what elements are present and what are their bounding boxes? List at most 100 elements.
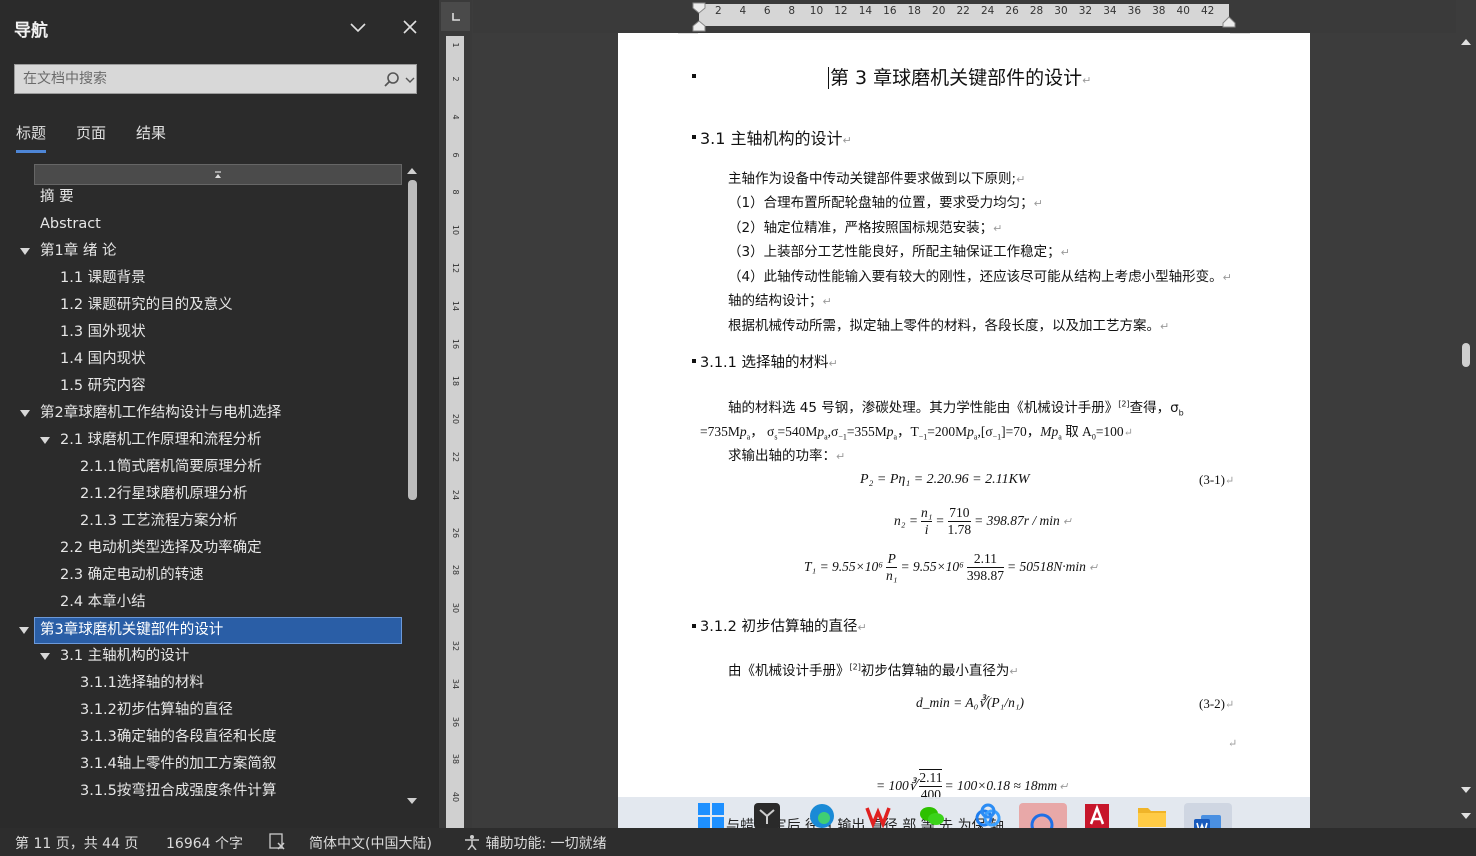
nav-heading-label: 1.4 国内现状 [60,351,146,367]
nav-heading-label: 1.1 课题背景 [60,270,146,286]
ruler-tick-label: 30 [451,603,460,614]
proofing-icon[interactable] [268,833,288,855]
document-canvas: 第 3 章球磨机关键部件的设计↵ 3.1 主轴机构的设计↵ 主轴作为设备中传动关… [473,33,1456,828]
chapter-title: 第 3 章球磨机关键部件的设计↵ [828,67,1092,89]
nav-heading-item[interactable]: 第3章球磨机关键部件的设计 [19,617,402,644]
status-bar: 第 11 页，共 44 页 16964 个字 简体中文(中国大陆) 辅助功能: … [0,828,1476,856]
equation-3-2: d_min = A₀∛(P₁/n₁) [916,695,1025,710]
ruler-tick-label: 24 [980,5,995,17]
heading-3-1-2: 3.1.2 初步估算轴的直径↵ [700,619,867,635]
nav-heading-label: 1.2 课题研究的目的及意义 [60,297,233,313]
document-page[interactable]: 第 3 章球磨机关键部件的设计↵ 3.1 主轴机构的设计↵ 主轴作为设备中传动关… [618,33,1310,828]
ruler-tick-label: 16 [451,338,460,349]
nav-heading-label: 第3章球磨机关键部件的设计 [40,622,224,638]
accessibility-status[interactable]: 辅助功能: 一切就绪 [463,833,607,853]
heading-3-1: 3.1 主轴机构的设计↵ [700,129,852,148]
nav-search-box[interactable] [14,64,417,94]
paragraph: （1）合理布置所配轮盘轴的位置，要求受力均匀；↵ [728,195,1043,211]
ruler-tick-label: 2 [451,76,460,82]
nav-heading-label: 第2章球磨机工作结构设计与电机选择 [40,405,282,421]
ruler-tick-label: 38 [451,754,460,765]
expand-toggle-icon[interactable] [20,248,30,255]
ruler-tick-label: 28 [451,565,460,576]
ruler-tick-label: 2 [715,5,722,17]
ruler-tick-label: 40 [451,792,460,803]
nav-heading-label: 2.1.3 工艺流程方案分析 [80,513,238,529]
tab-stop-selector[interactable] [441,2,470,31]
equation-number: (3-2)↵ [1199,696,1235,711]
paragraph: 由《机械设计手册》[2]初步估算轴的最小直径为↵ [728,662,1019,680]
equation-number: (3-1)↵ [1199,472,1235,487]
equation-n2: n₂ = n₁ i = 710 1.78 = 398.87r / min ↵ [894,504,1072,537]
ruler-tick-label: 34 [451,678,460,689]
ruler-tick-label: 34 [1103,5,1117,17]
tab-results[interactable]: 结果 [136,122,166,143]
nav-title: 导航 [14,21,48,41]
paragraph: 主轴作为设备中传动关键部件要求做到以下原则;↵ [728,171,1026,187]
nav-heading-label: 1.3 国外现状 [60,324,146,340]
heading-3-1-1: 3.1.1 选择轴的材料↵ [700,355,838,371]
expand-toggle-icon[interactable] [19,627,29,634]
nav-heading-label: Abstract [40,216,101,232]
nav-heading-label: 2.4 本章小结 [60,594,146,610]
paragraph: 根据机械传动所需，拟定轴上零件的材料，各段长度，以及加工艺方案。↵ [728,318,1170,334]
accessibility-icon [465,835,479,851]
page-count[interactable]: 第 11 页，共 44 页 [15,833,138,853]
paragraph: （2）轴定位精准，严格按照国标规范安装；↵ [728,220,1003,236]
nav-heading-label: 3.1 主轴机构的设计 [60,648,190,664]
ruler-tick-label: 36 [1127,5,1142,17]
horizontal-ruler[interactable]: 2 4 6 8 10 12 14 16 18 20 22 24 26 28 30 32 34 36 38 40 42 [473,0,1456,33]
paragraph: （3）上装部分工艺性能良好，所配主轴保证工作稳定；↵ [728,244,1070,260]
nav-scrollbar[interactable] [405,164,419,808]
taskbar-overlay: 与蜡 选定后 径目 输出 直径 部 等 先 为保 轴 [618,797,1310,851]
tab-headings[interactable]: 标题 [16,122,47,153]
expand-toggle-icon[interactable] [20,410,30,417]
nav-heading-label: 3.1.2初步估算轴的直径 [80,702,233,718]
ruler-tick-label: 32 [451,640,460,652]
expand-toggle-icon[interactable] [40,437,50,444]
equation-3-1: P₂ = Pη₁ = 2.20.96 = 2.11KW [860,472,1030,487]
nav-heading-label: 3.1.3确定轴的各段直径和长度 [80,729,277,745]
nav-heading-label: 第1章 绪 论 [40,243,117,259]
vertical-ruler[interactable]: 1 2 4 6 8 10 12 14 16 18 20 22 24 26 28 30 32 34 36 38 40 [446,36,464,828]
ruler-tick-label: 22 [956,5,970,17]
equation-t1: T₁ = 9.55×10⁶ Pn₁ = 9.55×10⁶ 2.11 398.87 … [804,550,1099,583]
right-indent-marker[interactable] [1222,14,1236,28]
ruler-tick-label: 26 [1005,5,1019,17]
navigation-pane: 导航 标题 页面 结果 摘 要 Abstract 第1章 绪 论 1.1 课题背景 1.… [0,0,438,828]
ruler-tick-label: 8 [451,189,460,195]
ruler-tick-label: 6 [451,152,460,158]
ruler-tick-label: 12 [834,5,848,17]
paragraph: 轴的结构设计；↵ [728,293,832,309]
close-icon[interactable] [398,14,422,40]
ruler-tick-label: 22 [451,451,460,463]
tab-pages[interactable]: 页面 [76,122,106,143]
nav-heading-label: 摘 要 [40,189,74,205]
expand-toggle-icon[interactable] [40,653,50,660]
ruler-tick-label: 8 [788,5,796,17]
nav-heading-label: 1.5 研究内容 [60,378,146,394]
ruler-tick-label: 18 [451,376,460,387]
ruler-tick-label: 10 [809,5,824,17]
scroll-thumb[interactable] [1462,343,1470,367]
nav-heading-label: 3.1.4轴上零件的加工方案简叙 [80,756,277,772]
search-icon[interactable] [383,70,415,90]
chevron-down-icon[interactable] [346,14,370,40]
first-line-indent-marker[interactable] [692,2,706,32]
collapse-all-button[interactable] [34,164,402,185]
nav-scroll-thumb[interactable] [408,180,417,500]
nav-heading-label: 2.1 球磨机工作原理和流程分析 [60,432,262,448]
search-input[interactable] [15,65,375,93]
nav-heading-label: 2.1.1筒式磨机简要原理分析 [80,459,262,475]
paragraph: 求输出轴的功率：↵ [728,448,846,464]
ruler-tick-label: 14 [451,300,460,311]
ruler-tick-label: 6 [763,5,771,17]
ruler-tick-label: 30 [1054,5,1068,17]
ruler-tick-label: 16 [883,5,897,17]
document-scrollbar[interactable] [1456,33,1476,828]
word-count[interactable]: 16964 个字 [166,833,243,853]
ruler-tick-label: 14 [858,5,873,17]
language[interactable]: 简体中文(中国大陆) [309,833,432,853]
ruler-tick-label: 12 [451,262,460,274]
paragraph-mark: ↵ [1228,738,1238,750]
